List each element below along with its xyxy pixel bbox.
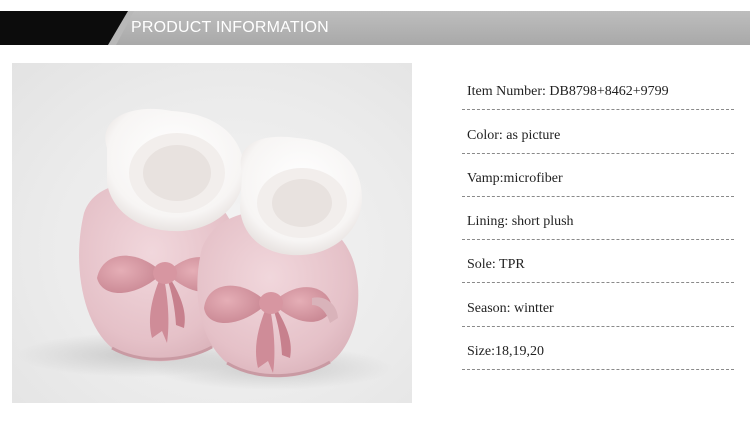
section-title: PRODUCT INFORMATION	[131, 19, 329, 36]
product-info-list: Item Number: DB8798+8462+9799 Color: as …	[462, 67, 734, 371]
color-text: Color: as picture	[467, 127, 561, 143]
item-number-text: Item Number: DB8798+8462+9799	[467, 84, 669, 100]
info-row-color: Color: as picture	[462, 110, 734, 154]
info-row-size: Size:18,19,20	[462, 327, 734, 371]
sole-text: Sole: TPR	[467, 257, 525, 273]
info-row-sole: Sole: TPR	[462, 240, 734, 284]
info-row-lining: Lining: short plush	[462, 197, 734, 241]
header-black-tab	[0, 11, 128, 45]
lining-text: Lining: short plush	[467, 214, 574, 230]
vamp-text: Vamp:microfiber	[467, 170, 563, 186]
baby-shoes-illustration	[17, 108, 392, 390]
size-text: Size:18,19,20	[467, 344, 544, 360]
info-row-vamp: Vamp:microfiber	[462, 154, 734, 197]
info-row-item-number: Item Number: DB8798+8462+9799	[462, 67, 734, 111]
section-header: PRODUCT INFORMATION	[0, 11, 750, 45]
season-text: Season: wintter	[467, 300, 554, 316]
product-photo	[12, 63, 412, 403]
info-row-season: Season: wintter	[462, 283, 734, 327]
